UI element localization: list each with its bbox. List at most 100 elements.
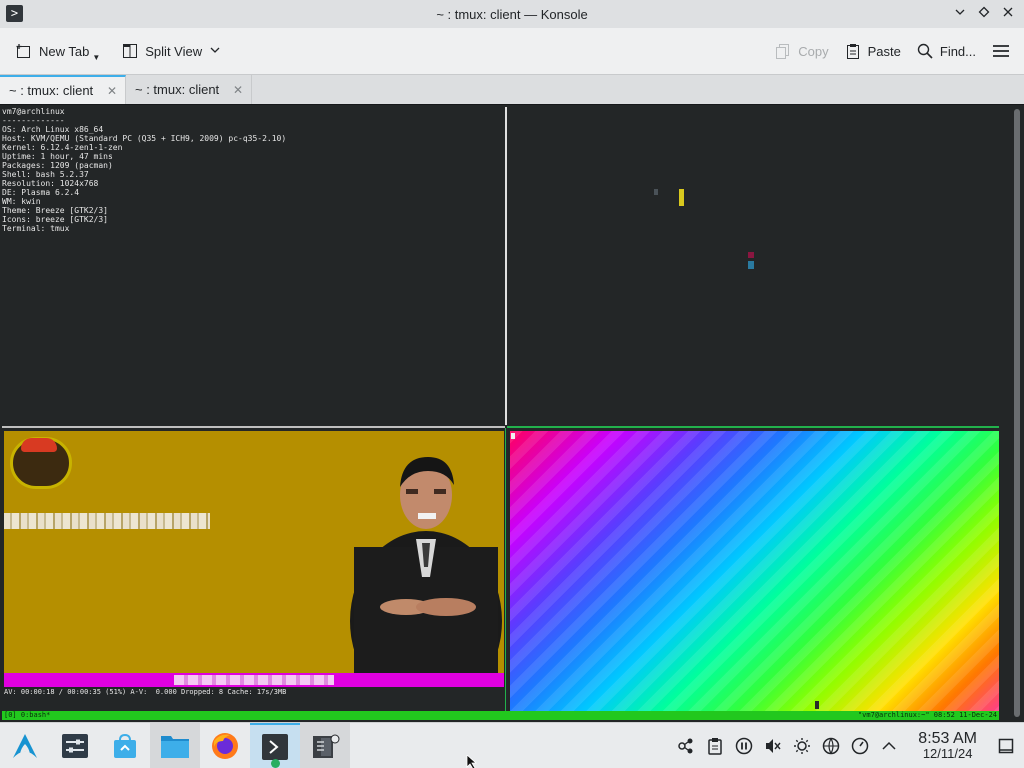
dolphin-button[interactable] [150,723,200,768]
terminal-line: DE: Plasma 6.2.4 [2,188,80,197]
mouse-cursor-icon [466,755,478,768]
brightness-icon[interactable] [792,736,812,756]
rainbow-gradient-pane[interactable] [510,431,999,712]
paste-label: Paste [867,43,901,59]
pixel-artifact [748,252,754,258]
discover-button[interactable] [100,723,150,768]
pixel-artifact [654,189,658,195]
split-view-icon [122,43,138,59]
application-launcher-button[interactable] [0,723,50,768]
hamburger-menu-icon [992,43,1009,59]
toolbar: New Tab ▼ Split View Copy Paste Find... [0,28,1024,74]
terminal-line: Icons: breeze [GTK2/3] [2,215,108,224]
folder-icon [161,735,189,758]
terminal-line: Uptime: 1 hour, 47 mins [2,152,113,161]
tab-label: ~ : tmux: client [135,82,220,97]
mpv-icon [313,734,340,758]
terminal-line: vm7@archlinux [2,107,65,116]
network-icon[interactable] [821,736,841,756]
clock-time: 8:53 AM [918,729,977,747]
tmux-session-label: [0] 0:bash* [4,711,51,719]
pane-divider-vertical[interactable] [505,107,507,425]
konsole-button[interactable] [250,723,300,768]
terminal-line: Host: KVM/QEMU (Standard PC (Q35 + ICH9,… [2,134,287,143]
terminal-line: Resolution: 1024x768 [2,179,99,188]
pixel-artifact [511,433,515,439]
pane-divider-horizontal-active[interactable] [507,426,999,428]
terminal-scrollbar[interactable] [1010,105,1024,723]
split-view-button[interactable]: Split View [114,35,229,67]
new-tab-icon [16,43,32,59]
firefox-button[interactable] [200,723,250,768]
scrollbar-thumb[interactable] [1014,109,1020,717]
find-label: Find... [939,43,976,59]
paste-icon [845,43,861,59]
presenter-figure [350,457,502,687]
digital-clock[interactable]: 8:53 AM 12/11/24 [918,729,977,761]
pane-divider-vertical[interactable] [505,428,508,711]
neofetch-pane[interactable]: vm7@archlinux ------------- OS: Arch Linux… [2,107,502,425]
mpv-video-pane[interactable] [4,431,504,687]
chevron-down-icon[interactable] [209,44,221,59]
tab-label: ~ : tmux: client [9,83,94,98]
mpv-status-line: AV: 00:00:18 / 00:00:35 (51%) A-V: 0.000… [4,688,287,696]
hamburger-menu-button[interactable] [984,35,1016,67]
split-view-label: Split View [145,43,203,59]
window-titlebar[interactable]: > ~ : tmux: client — Konsole [0,0,1024,28]
terminal-line: ------------- [2,116,65,125]
tab-1[interactable]: ~ : tmux: client ✕ [0,75,126,104]
close-tab-icon[interactable]: ✕ [107,84,117,98]
find-button[interactable]: Find... [909,35,984,67]
konsole-icon [262,733,288,760]
clipboard-icon[interactable] [705,736,725,756]
terminal-line: Kernel: 6.12.4-zen1-1-zen [2,143,123,152]
terminal-line: Shell: bash 5.2.37 [2,170,89,179]
dropdown-arrow-icon[interactable]: ▼ [92,53,100,62]
taskbar: 8:53 AM 12/11/24 [0,722,1024,768]
system-settings-button[interactable] [50,723,100,768]
new-indicator-icon [271,759,280,768]
terminal-line: Packages: 1209 (pacman) [2,161,113,170]
tmux-status-bar: [0] 0:bash* "vm7@archlinux:~" 08:52 11-D… [2,711,999,720]
system-tray: 8:53 AM 12/11/24 [676,729,1024,761]
chevron-up-icon[interactable] [879,736,899,756]
konsole-icon: > [6,5,23,22]
pane-divider-horizontal[interactable] [2,426,505,428]
clock-date: 12/11/24 [922,745,973,761]
tab-bar: ~ : tmux: client ✕ ~ : tmux: client ✕ [0,74,1024,104]
pixel-artifact [815,701,819,709]
close-tab-icon[interactable]: ✕ [233,83,243,97]
volume-muted-icon[interactable] [763,736,783,756]
channel-logo [10,437,72,489]
terminal-line: Theme: Breeze [GTK2/3] [2,206,108,215]
video-ticker [174,675,334,685]
minimize-icon[interactable] [950,4,970,24]
mpv-button[interactable] [300,723,350,768]
new-tab-label: New Tab [39,43,90,59]
show-desktop-icon[interactable] [996,736,1016,756]
search-icon [917,43,933,59]
pixel-artifact [679,189,684,206]
new-tab-button[interactable]: New Tab ▼ [8,35,112,67]
tmux-host-time-label: "vm7@archlinux:~" 08:52 11-Dec-24 [857,711,997,719]
power-profile-icon[interactable] [850,736,870,756]
network-share-icon[interactable] [676,736,696,756]
firefox-icon [212,732,238,759]
close-icon[interactable] [998,4,1018,24]
arch-linux-icon [13,733,37,758]
terminal-line: OS: Arch Linux x86_64 [2,125,104,134]
copy-button[interactable]: Copy [767,35,836,67]
pixel-artifact [748,261,754,269]
copy-label: Copy [798,43,829,59]
tab-2[interactable]: ~ : tmux: client ✕ [126,75,252,104]
terminal-line: WM: kwin [2,197,41,206]
video-caption-strip [4,513,210,529]
terminal-line: Terminal: tmux [2,224,70,233]
window-title: ~ : tmux: client — Konsole [436,6,588,22]
terminal-view[interactable]: vm7@archlinux ------------- OS: Arch Linux… [0,104,1024,723]
media-pause-icon[interactable] [734,736,754,756]
maximize-icon[interactable] [974,4,994,24]
discover-icon [114,733,136,758]
system-settings-icon [62,733,88,758]
paste-button[interactable]: Paste [837,35,909,67]
